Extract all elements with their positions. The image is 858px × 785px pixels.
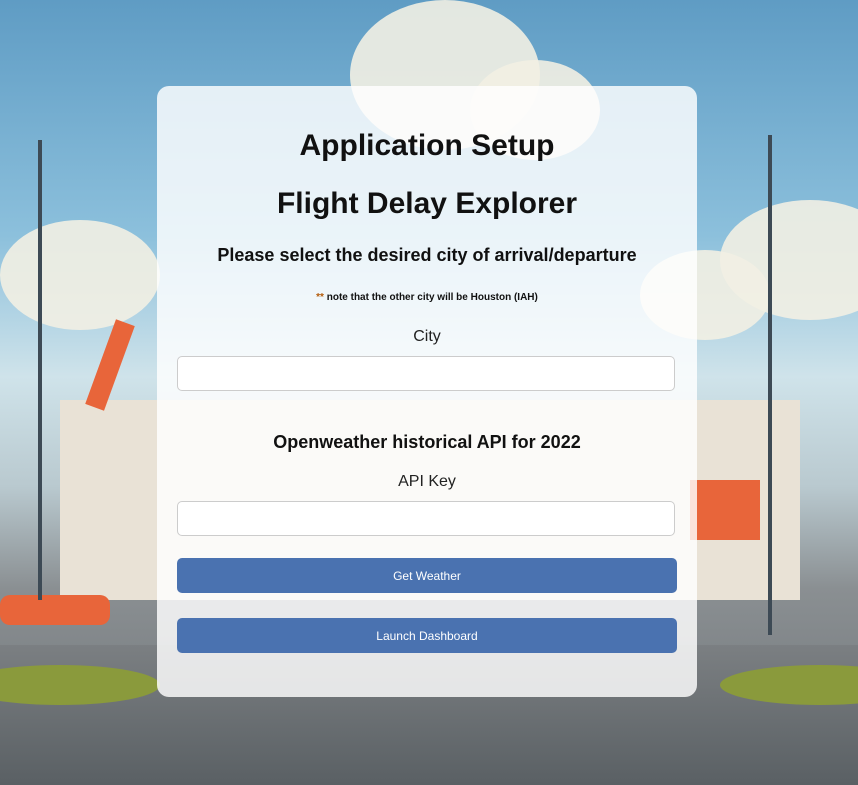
note-body: note that the other city will be Houston…: [323, 292, 538, 303]
get-weather-button[interactable]: Get Weather: [177, 558, 677, 593]
page-title: Application Setup: [299, 129, 555, 162]
api-heading: Openweather historical API for 2022: [273, 432, 581, 452]
api-key-input[interactable]: [177, 501, 675, 536]
launch-dashboard-button[interactable]: Launch Dashboard: [177, 618, 677, 653]
city-label: City: [413, 328, 441, 345]
note-marker: **: [316, 292, 324, 303]
city-input[interactable]: [177, 356, 675, 391]
note-text: ** note that the other city will be Hous…: [157, 292, 697, 303]
app-name: Flight Delay Explorer: [276, 187, 578, 220]
api-key-label: API Key: [398, 473, 456, 490]
instruction-text: Please select the desired city of arriva…: [217, 245, 637, 265]
setup-card: Application Setup Flight Delay Explorer …: [157, 86, 697, 697]
